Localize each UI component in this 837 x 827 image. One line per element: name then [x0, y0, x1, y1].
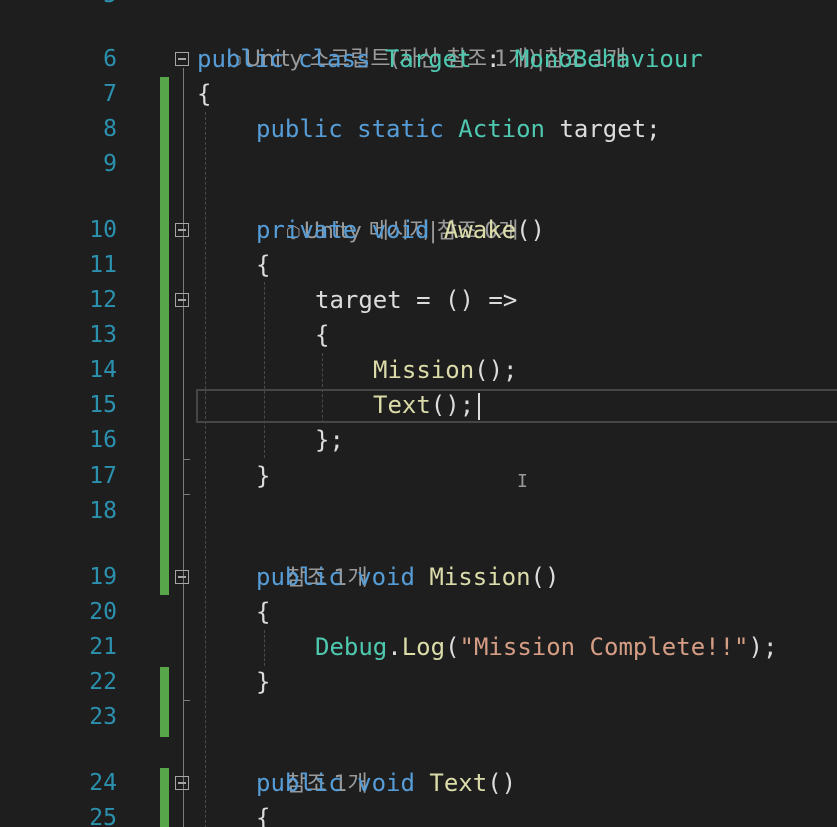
- code-line-23[interactable]: 23: [0, 700, 837, 734]
- fold-collapse-icon[interactable]: [175, 223, 189, 237]
- code-line-21[interactable]: 21 Debug.Log("Mission Complete!!");: [0, 630, 837, 664]
- line-number: 19: [89, 564, 117, 590]
- line-number: 6: [103, 46, 117, 72]
- code-line-18[interactable]: 18: [0, 494, 837, 528]
- fold-collapse-icon[interactable]: [175, 52, 189, 66]
- line-number: 14: [89, 357, 117, 383]
- code-text: {: [256, 804, 271, 827]
- code-line-15[interactable]: 15 Text();: [0, 388, 837, 422]
- line-number: 22: [89, 669, 117, 695]
- code-line-14[interactable]: 14 Mission();: [0, 353, 837, 387]
- code-line-6[interactable]: 6 public class Target : MonoBehaviour: [0, 42, 837, 76]
- fold-collapse-icon[interactable]: [175, 293, 189, 307]
- line-number: 11: [89, 252, 117, 278]
- line-number: 12: [89, 287, 117, 313]
- line-number: 24: [89, 770, 117, 796]
- code-line-13[interactable]: 13 {: [0, 318, 837, 352]
- code-line-16[interactable]: 16 };: [0, 423, 837, 457]
- code-text: public static Action target;: [256, 115, 661, 143]
- code-text: {: [256, 251, 271, 279]
- code-line-9[interactable]: 9: [0, 147, 837, 181]
- line-number: 18: [89, 498, 117, 524]
- line-number: 23: [89, 704, 117, 730]
- line-number: 8: [103, 116, 117, 142]
- code-line-22[interactable]: 22 }: [0, 665, 837, 699]
- code-line-7[interactable]: 7 {: [0, 77, 837, 111]
- line-number: 25: [89, 805, 117, 827]
- code-text: {: [315, 321, 330, 349]
- text-caret: [478, 393, 480, 420]
- line-number: 15: [89, 392, 117, 418]
- line-number: 7: [103, 81, 117, 107]
- code-line-25[interactable]: 25 {: [0, 801, 837, 827]
- code-line-12[interactable]: 12 target = () =>: [0, 283, 837, 317]
- fold-collapse-icon[interactable]: [175, 570, 189, 584]
- code-line-24[interactable]: 24 public void Text(): [0, 766, 837, 800]
- code-text: Mission();: [373, 356, 518, 384]
- code-text: target = () =>: [315, 286, 518, 314]
- code-line-20[interactable]: 20 {: [0, 595, 837, 629]
- code-text: {: [256, 598, 271, 626]
- line-number: 10: [89, 217, 117, 243]
- code-text: Debug.Log("Mission Complete!!");: [315, 633, 778, 661]
- code-text: private void Awake(): [256, 216, 545, 244]
- line-number: 21: [89, 634, 117, 660]
- code-line-8[interactable]: 8 public static Action target;: [0, 112, 837, 146]
- line-number: 9: [103, 151, 117, 177]
- code-text: Text();: [373, 391, 475, 419]
- code-line-10[interactable]: 10 private void Awake(): [0, 213, 837, 247]
- fold-collapse-icon[interactable]: [175, 776, 189, 790]
- code-text: public class Target : MonoBehaviour: [197, 45, 703, 73]
- code-line-19[interactable]: 19 public void Mission(): [0, 560, 837, 594]
- code-text: }: [256, 462, 271, 490]
- line-number: 20: [89, 599, 117, 625]
- line-number: 17: [89, 463, 117, 489]
- code-text: public void Mission(): [256, 563, 560, 591]
- line-number: 16: [89, 427, 117, 453]
- line-number: 5: [60, 0, 117, 12]
- code-text: {: [197, 80, 212, 108]
- code-line-11[interactable]: 11 {: [0, 248, 837, 282]
- code-line-17[interactable]: 17 }: [0, 459, 837, 493]
- code-editor[interactable]: 5 ⬡Unity 스크립트(자산 참조 1개)|참조 1개 6 public c…: [0, 0, 837, 827]
- code-text: public void Text(): [256, 769, 517, 797]
- code-text: };: [315, 426, 344, 454]
- line-number: 13: [89, 322, 117, 348]
- mouse-ibeam-icon: I: [517, 471, 528, 492]
- code-text: }: [256, 668, 271, 696]
